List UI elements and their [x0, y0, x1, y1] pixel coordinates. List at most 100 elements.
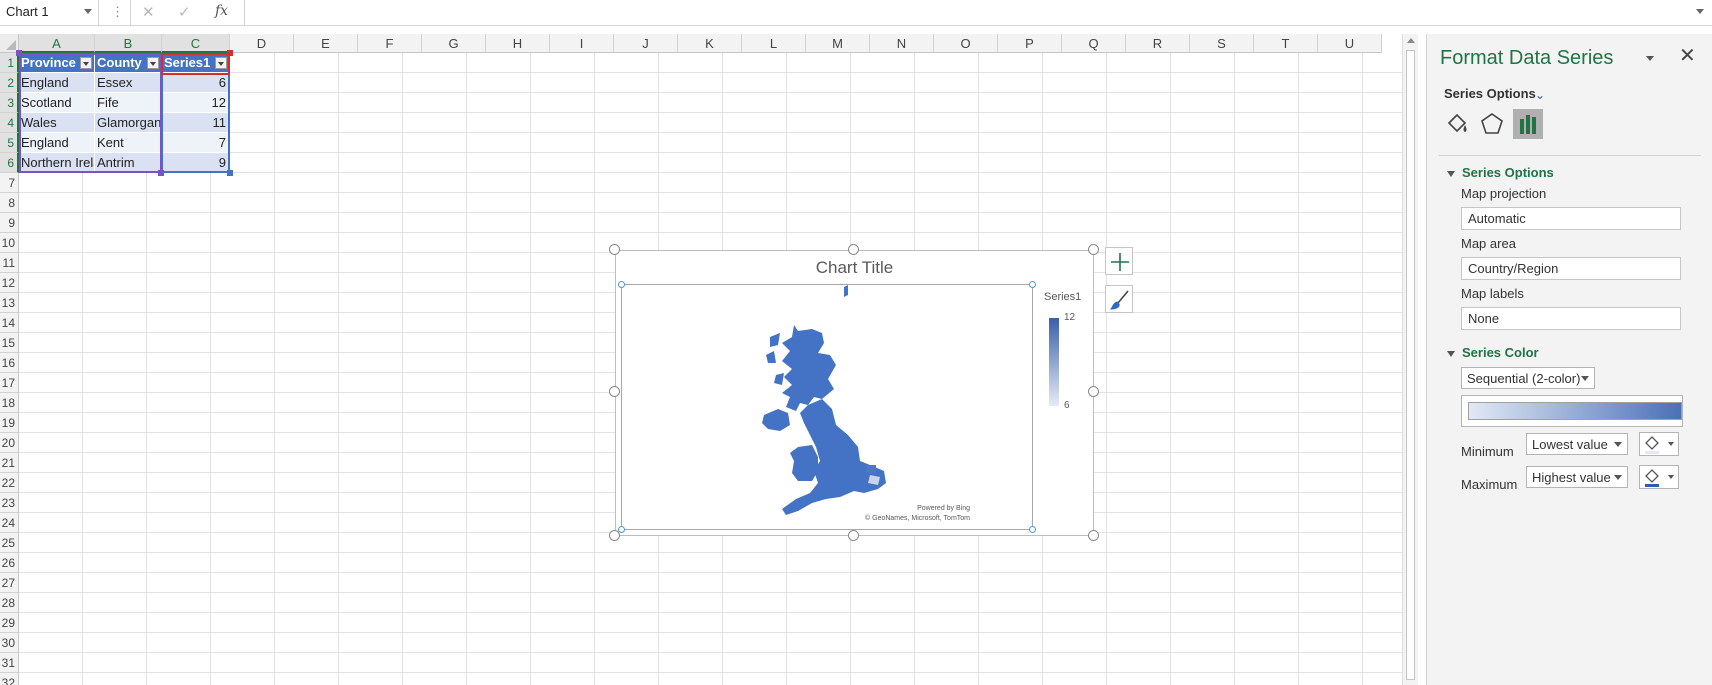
- row-header[interactable]: 11: [0, 253, 19, 273]
- chart-resize-handle[interactable]: [1088, 386, 1099, 397]
- row-header[interactable]: 22: [0, 473, 19, 493]
- row-header[interactable]: 26: [0, 553, 19, 573]
- column-header[interactable]: M: [806, 34, 870, 53]
- column-header[interactable]: J: [614, 34, 678, 53]
- map-chart[interactable]: Chart Title Powered by Bing © GeoNames, …: [615, 250, 1094, 536]
- chart-resize-handle[interactable]: [609, 530, 620, 541]
- row-header[interactable]: 5: [0, 133, 19, 153]
- scrollbar-thumb[interactable]: [1406, 50, 1415, 680]
- row-header[interactable]: 12: [0, 273, 19, 293]
- column-header[interactable]: G: [422, 34, 486, 53]
- chart-resize-handle[interactable]: [1088, 530, 1099, 541]
- row-header[interactable]: 8: [0, 193, 19, 213]
- color-mode-select[interactable]: Sequential (2-color): [1461, 367, 1595, 389]
- column-header[interactable]: U: [1318, 34, 1382, 53]
- map-projection-select[interactable]: Automatic: [1461, 207, 1681, 230]
- row-header[interactable]: 10: [0, 233, 19, 253]
- row-header[interactable]: 1: [0, 53, 19, 73]
- map-region-essex[interactable]: [866, 465, 876, 473]
- minimum-select[interactable]: Lowest value: [1526, 433, 1628, 455]
- row-header[interactable]: 29: [0, 613, 19, 633]
- plot-area[interactable]: Powered by Bing © GeoNames, Microsoft, T…: [621, 284, 1033, 530]
- range-handle[interactable]: [16, 50, 22, 56]
- vertical-scrollbar[interactable]: [1402, 34, 1418, 685]
- map-region-northern-ireland[interactable]: [762, 409, 790, 431]
- column-header[interactable]: I: [550, 34, 614, 53]
- row-header[interactable]: 9: [0, 213, 19, 233]
- series-options-selector[interactable]: Series Options: [1444, 86, 1536, 101]
- cancel-icon[interactable]: ✕: [142, 3, 155, 21]
- column-header[interactable]: N: [870, 34, 934, 53]
- tab-fill-line[interactable]: [1441, 109, 1471, 139]
- column-header[interactable]: K: [678, 34, 742, 53]
- row-header[interactable]: 28: [0, 593, 19, 613]
- plot-area-handle[interactable]: [1029, 526, 1036, 533]
- section-series-color[interactable]: Series Color: [1447, 345, 1539, 360]
- row-header[interactable]: 31: [0, 653, 19, 673]
- column-header[interactable]: S: [1190, 34, 1254, 53]
- column-header[interactable]: H: [486, 34, 550, 53]
- map-region-wales[interactable]: [790, 445, 818, 481]
- column-header[interactable]: T: [1254, 34, 1318, 53]
- chart-styles-button[interactable]: [1105, 285, 1133, 313]
- range-handle[interactable]: [227, 50, 233, 56]
- tab-effects[interactable]: [1477, 109, 1507, 139]
- name-box[interactable]: Chart 1: [0, 0, 99, 25]
- section-series-options[interactable]: Series Options: [1447, 165, 1554, 180]
- enter-icon[interactable]: ✓: [178, 3, 191, 21]
- row-header[interactable]: 24: [0, 513, 19, 533]
- plot-area-handle[interactable]: [618, 281, 625, 288]
- column-header[interactable]: C: [162, 34, 230, 53]
- row-header[interactable]: 23: [0, 493, 19, 513]
- row-header[interactable]: 20: [0, 433, 19, 453]
- minimum-color-picker[interactable]: [1639, 432, 1679, 456]
- scroll-up-icon[interactable]: [1407, 38, 1415, 43]
- row-header[interactable]: 30: [0, 633, 19, 653]
- column-header[interactable]: D: [230, 34, 294, 53]
- row-header[interactable]: 2: [0, 73, 19, 93]
- row-header[interactable]: 19: [0, 413, 19, 433]
- column-header[interactable]: R: [1126, 34, 1190, 53]
- column-header[interactable]: O: [934, 34, 998, 53]
- row-header[interactable]: 7: [0, 173, 19, 193]
- map-area-select[interactable]: Country/Region: [1461, 257, 1681, 280]
- column-header[interactable]: F: [358, 34, 422, 53]
- row-header[interactable]: 15: [0, 333, 19, 353]
- maximum-select[interactable]: Highest value: [1526, 466, 1628, 488]
- tab-series-options[interactable]: [1513, 109, 1543, 139]
- row-header[interactable]: 14: [0, 313, 19, 333]
- expand-formula-bar-icon[interactable]: [1696, 9, 1704, 14]
- column-header[interactable]: B: [95, 34, 162, 53]
- pane-options-dropdown-icon[interactable]: [1646, 56, 1654, 61]
- chart-title[interactable]: Chart Title: [616, 258, 1093, 278]
- range-handle[interactable]: [158, 170, 164, 176]
- column-header[interactable]: L: [742, 34, 806, 53]
- plot-area-handle[interactable]: [1029, 281, 1036, 288]
- row-header[interactable]: 32: [0, 673, 19, 685]
- row-header[interactable]: 13: [0, 293, 19, 313]
- range-handle[interactable]: [227, 170, 233, 176]
- chart-resize-handle[interactable]: [848, 244, 859, 255]
- row-header[interactable]: 21: [0, 453, 19, 473]
- insert-function-icon[interactable]: fx: [215, 3, 228, 19]
- row-header[interactable]: 17: [0, 373, 19, 393]
- map-labels-select[interactable]: None: [1461, 307, 1681, 330]
- row-header[interactable]: 18: [0, 393, 19, 413]
- chart-resize-handle[interactable]: [848, 530, 859, 541]
- row-header[interactable]: 16: [0, 353, 19, 373]
- map-region-scotland[interactable]: [782, 325, 836, 411]
- row-header[interactable]: 25: [0, 533, 19, 553]
- chart-resize-handle[interactable]: [609, 386, 620, 397]
- chevron-down-icon[interactable]: ⌄: [1535, 88, 1545, 102]
- column-header[interactable]: A: [19, 34, 95, 53]
- formula-input[interactable]: [244, 0, 1712, 25]
- row-header[interactable]: 3: [0, 93, 19, 113]
- row-header[interactable]: 27: [0, 573, 19, 593]
- row-header[interactable]: 4: [0, 113, 19, 133]
- chart-elements-button[interactable]: [1105, 247, 1133, 275]
- close-icon[interactable]: ✕: [1679, 43, 1696, 68]
- column-header[interactable]: Q: [1062, 34, 1126, 53]
- maximum-color-picker[interactable]: [1639, 465, 1679, 489]
- formula-bar-more-icon[interactable]: ⋮: [111, 4, 124, 20]
- column-header[interactable]: E: [294, 34, 358, 53]
